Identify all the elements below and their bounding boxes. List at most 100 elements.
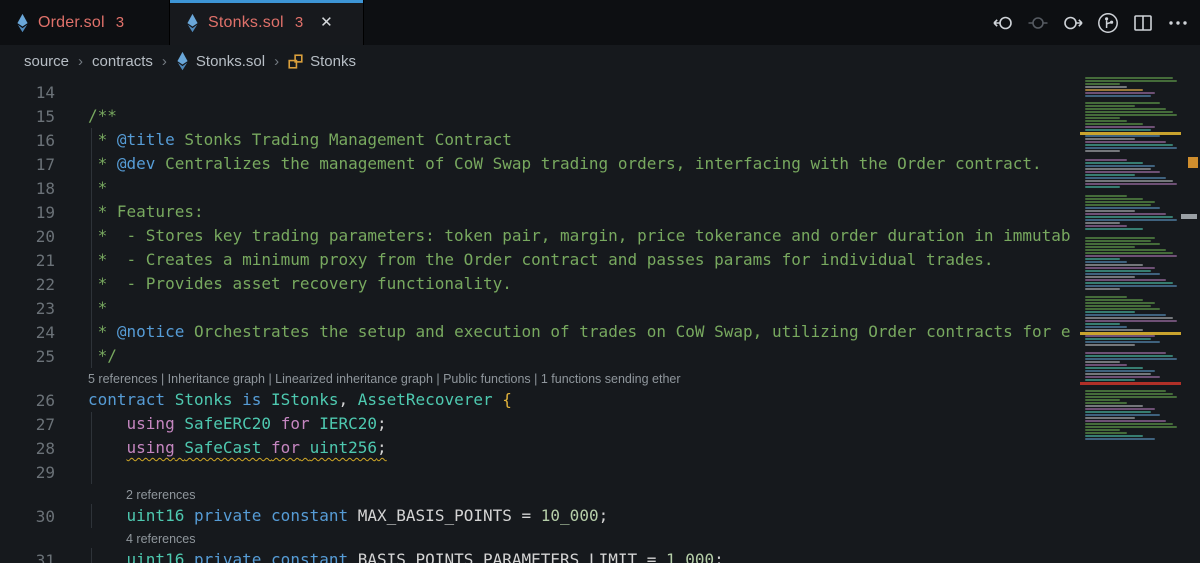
code-line[interactable]: 15 /** — [0, 104, 1076, 128]
code-text: * - Stores key trading parameters: token… — [88, 224, 1071, 248]
minimap-line — [1085, 276, 1135, 278]
minimap-line — [1085, 396, 1177, 398]
code-line[interactable]: 24 * @notice Orchestrates the setup and … — [0, 320, 1076, 344]
split-editor-icon[interactable] — [1131, 11, 1155, 35]
line-number[interactable]: 23 — [0, 299, 55, 318]
line-number[interactable]: 17 — [0, 155, 55, 174]
minimap-line — [1085, 123, 1143, 125]
code-token: for — [271, 438, 300, 457]
code-line[interactable]: 25 */ — [0, 344, 1076, 368]
minimap-line — [1085, 243, 1160, 245]
code-line[interactable]: 20 * - Stores key trading parameters: to… — [0, 224, 1076, 248]
minimap-gap — [1080, 98, 1081, 102]
line-number[interactable]: 15 — [0, 107, 55, 126]
line-number[interactable]: 27 — [0, 415, 55, 434]
line-number[interactable]: 29 — [0, 463, 55, 482]
code-token: 1_000 — [666, 550, 715, 563]
breadcrumb-item-contracts[interactable]: contracts — [92, 53, 153, 70]
minimap-line — [1085, 83, 1120, 85]
tab-problems-badge: 3 — [115, 14, 125, 31]
minimap-line — [1085, 402, 1127, 404]
line-number[interactable]: 31 — [0, 551, 55, 563]
line-number[interactable]: 20 — [0, 227, 55, 246]
source-control-graph-icon[interactable] — [1096, 11, 1120, 35]
line-number[interactable]: 26 — [0, 391, 55, 410]
minimap-line — [1085, 222, 1120, 224]
last-edit-location-icon[interactable] — [1026, 11, 1050, 35]
code-line[interactable]: 19 * Features: — [0, 200, 1076, 224]
minimap-line — [1085, 186, 1120, 188]
breadcrumb-item-stonks-symbol[interactable]: Stonks — [288, 53, 356, 70]
cursor-marker — [1181, 214, 1197, 219]
minimap-line — [1085, 210, 1135, 212]
line-number[interactable]: 16 — [0, 131, 55, 150]
breadcrumb-label: source — [24, 52, 70, 70]
minimap-line — [1085, 102, 1160, 104]
line-number[interactable]: 14 — [0, 83, 55, 102]
minimap-line — [1085, 159, 1127, 161]
minimap-line — [1085, 165, 1155, 167]
code-line[interactable]: 30 uint16 private constant MAX_BASIS_POI… — [0, 504, 1076, 528]
code-line[interactable]: 26 contract Stonks is IStonks, AssetRecov… — [0, 388, 1076, 412]
code-line[interactable]: 21 * - Creates a minimum proxy from the … — [0, 248, 1076, 272]
line-number[interactable]: 30 — [0, 507, 55, 526]
minimap-line — [1085, 237, 1155, 239]
more-actions-icon[interactable] — [1166, 11, 1190, 35]
line-number[interactable]: 21 — [0, 251, 55, 270]
code-line[interactable]: 22 * - Provides asset recovery functiona… — [0, 272, 1076, 296]
code-text: * - Provides asset recovery functionalit… — [88, 272, 512, 296]
code-line[interactable]: 16 * @title Stonks Trading Management Co… — [0, 128, 1076, 152]
code-line[interactable]: 29 — [0, 460, 1076, 484]
navigate-forward-icon[interactable] — [1061, 11, 1085, 35]
minimap-line — [1085, 77, 1173, 79]
code-token: * Features: — [88, 202, 204, 221]
code-line[interactable]: 23 * — [0, 296, 1076, 320]
line-number[interactable]: 28 — [0, 439, 55, 458]
minimap-line — [1085, 261, 1127, 263]
breadcrumb-item-stonks-sol[interactable]: Stonks.sol — [176, 51, 265, 71]
navigate-back-icon[interactable] — [991, 11, 1015, 35]
code-line[interactable]: 27 using SafeERC20 for IERC20; — [0, 412, 1076, 436]
tab-order-sol[interactable]: Order.sol 3 — [0, 0, 170, 45]
code-text: /** — [88, 104, 117, 128]
code-token: * — [88, 178, 108, 197]
line-number[interactable]: 18 — [0, 179, 55, 198]
code-line[interactable]: 31 uint16 private constant BASIS_POINTS_… — [0, 548, 1076, 563]
minimap-line — [1085, 432, 1127, 434]
code-line[interactable]: 14 — [0, 80, 1076, 104]
code-token: SafeERC20 — [184, 414, 272, 433]
tab-problems-badge: 3 — [294, 14, 304, 31]
line-number[interactable]: 19 — [0, 203, 55, 222]
line-number[interactable]: 25 — [0, 347, 55, 366]
minimap[interactable] — [1080, 77, 1181, 563]
code-token: Stonks — [174, 390, 233, 409]
code-line[interactable]: 18 * — [0, 176, 1076, 200]
codelens-links[interactable]: 2 references — [126, 486, 195, 504]
overview-ruler[interactable] — [1181, 77, 1200, 563]
close-icon[interactable]: ✕ — [320, 15, 333, 30]
code-token: using — [126, 414, 175, 433]
ethereum-file-icon — [186, 13, 199, 33]
minimap-line — [1085, 273, 1160, 275]
codelens-links[interactable]: 5 references | Inheritance graph | Linea… — [88, 370, 681, 388]
minimap-line — [1085, 308, 1160, 310]
line-number[interactable]: 24 — [0, 323, 55, 342]
minimap-line — [1085, 282, 1173, 284]
minimap-line — [1085, 267, 1155, 269]
code-token: BASIS_POINTS_PARAMETERS_LIMIT = — [357, 550, 666, 563]
line-number[interactable]: 22 — [0, 275, 55, 294]
code-token: * - Creates a minimum proxy from the Ord… — [88, 250, 994, 269]
code-line[interactable]: 28 using SafeCast for uint256; — [0, 436, 1076, 460]
breadcrumb: source › contracts › Stonks.sol › Stonks — [0, 45, 1200, 77]
codelens-row: 4 references — [0, 528, 1076, 548]
tab-stonks-sol[interactable]: Stonks.sol 3 ✕ — [170, 0, 364, 45]
breadcrumb-item-source[interactable]: source — [24, 53, 69, 70]
code-line[interactable]: 17 * @dev Centralizes the management of … — [0, 152, 1076, 176]
minimap-line — [1085, 399, 1120, 401]
code-token: IERC20 — [319, 414, 378, 433]
minimap-gap — [1080, 231, 1081, 237]
code-token: * — [88, 322, 117, 341]
code-editor[interactable]: 14 15 /** 16 * @title Stonks Trading Manage… — [0, 77, 1076, 563]
codelens-links[interactable]: 4 references — [126, 530, 195, 548]
